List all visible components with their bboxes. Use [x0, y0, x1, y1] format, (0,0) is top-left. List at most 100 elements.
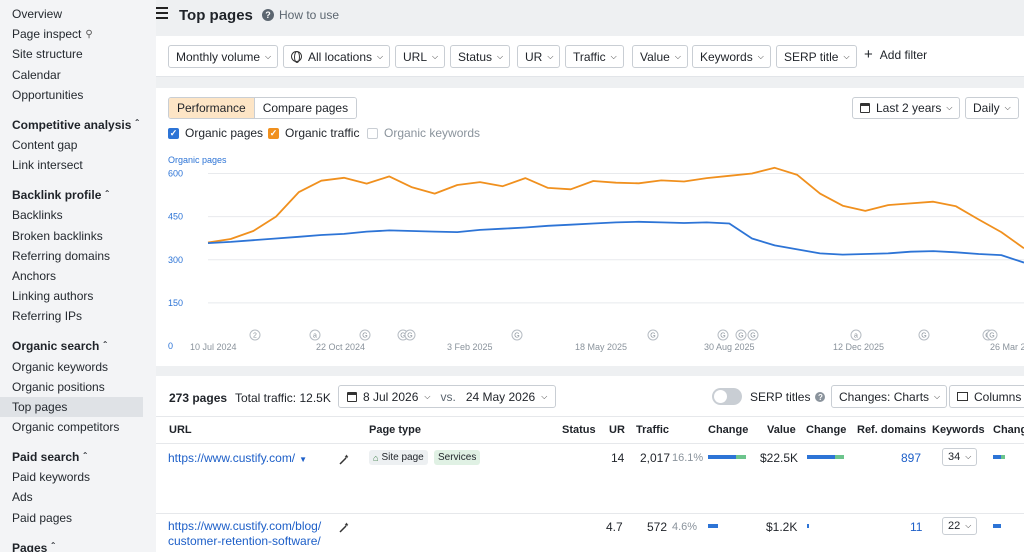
sidebar-section-paid-search[interactable]: Paid search ˆ [0, 447, 156, 467]
col-header-traffic[interactable]: Traffic [636, 424, 669, 436]
sidebar-item-organic-positions[interactable]: Organic positions [0, 377, 156, 397]
date-range-select[interactable]: Last 2 years ⌵ [852, 97, 961, 119]
traffic-change-bar-increase [736, 455, 746, 459]
traffic-percent: 16.1% [672, 452, 704, 464]
sidebar-item-backlinks[interactable]: Backlinks [0, 205, 156, 225]
magic-wand-icon[interactable] [338, 453, 350, 465]
sidebar-item-organic-keywords[interactable]: Organic keywords [0, 356, 156, 376]
col-header-keywords[interactable]: Keywords [932, 424, 985, 436]
col-header-value-change[interactable]: Change [806, 424, 846, 436]
sidebar-item-overview[interactable]: Overview [0, 4, 156, 24]
sidebar-section-pages[interactable]: Pages ˆ [0, 538, 156, 552]
status-filter[interactable]: Status ⌵ [450, 45, 511, 68]
topbar: Top pages ? How to use [156, 0, 1024, 32]
legend-organic-keywords[interactable]: Organic keywords [367, 126, 480, 140]
ur-value: 4.7 [606, 520, 623, 534]
value-change-bar-previous [807, 524, 809, 528]
col-header-page-type[interactable]: Page type [369, 424, 421, 436]
sidebar-item-link-intersect[interactable]: Link intersect [0, 155, 156, 175]
keywords-count: 34 [948, 451, 961, 463]
col-header-url[interactable]: URL [169, 424, 192, 436]
filter-label: SERP title [784, 49, 839, 64]
pages-count: 273 pages [169, 391, 228, 405]
col-header-traffic-change[interactable]: Change [708, 424, 748, 436]
ur-filter[interactable]: UR ⌵ [517, 45, 561, 68]
granularity-select[interactable]: Daily ⌵ [965, 97, 1019, 119]
table-row-url[interactable]: https://www.custify.com/ ▼ [168, 451, 307, 465]
tab-performance[interactable]: Performance [169, 98, 254, 118]
col-header-status[interactable]: Status [562, 424, 596, 436]
calendar-icon [347, 391, 357, 402]
sidebar-item-top-pages[interactable]: Top pages [0, 396, 143, 417]
sidebar-item-broken-backlinks[interactable]: Broken backlinks [0, 226, 156, 246]
sidebar-section-organic-search[interactable]: Organic search ˆ [0, 336, 156, 356]
granularity-label: Daily [973, 101, 1000, 115]
keywords-dropdown[interactable]: 22 ⌵ [942, 517, 978, 535]
sidebar-item-paid-keywords[interactable]: Paid keywords [0, 467, 156, 487]
sidebar-item-site-structure[interactable]: Site structure [0, 44, 156, 64]
y-tick-label: 600 [168, 169, 183, 179]
date-compare-select[interactable]: 8 Jul 2026 ⌵ vs. 24 May 2026 ⌵ [338, 385, 557, 408]
series-line-organic-pages [207, 220, 1024, 264]
url-link-line1[interactable]: https://www.custify.com/blog/ [168, 519, 321, 534]
url-filter[interactable]: URL ⌵ [395, 45, 446, 68]
add-filter-label: Add filter [879, 48, 928, 62]
sidebar-item-calendar[interactable]: Calendar [0, 65, 156, 85]
url-link-line2[interactable]: customer-retention-software/ [168, 534, 321, 549]
col-header-value[interactable]: Value [767, 424, 796, 436]
caret-down-icon[interactable]: ▼ [299, 455, 307, 464]
traffic-filter[interactable]: Traffic ⌵ [565, 45, 624, 68]
sidebar-item-linking-authors[interactable]: Linking authors [0, 286, 156, 306]
event-marker-label: G [407, 333, 412, 340]
add-filter-button[interactable]: + Add filter [864, 46, 928, 63]
sidebar-section-backlink-profile[interactable]: Backlink profile ˆ [0, 185, 156, 205]
sidebar-item-page-inspect[interactable]: Page inspect ⚲ [0, 24, 156, 44]
table-row-url[interactable]: https://www.custify.com/blog/customer-re… [168, 519, 321, 549]
sidebar-item-anchors[interactable]: Anchors [0, 266, 156, 286]
sidebar-section-title: Backlink profile [12, 188, 102, 203]
tab-compare-pages[interactable]: Compare pages [253, 98, 357, 118]
ref-domains-link[interactable]: 11 [910, 520, 922, 534]
ref-domains-link[interactable]: 897 [901, 451, 921, 465]
menu-icon[interactable] [156, 7, 168, 19]
legend-organic-pages[interactable]: ✓ Organic pages [168, 126, 263, 140]
filter-label: All locations [308, 49, 373, 64]
y-tick-label: 0 [168, 341, 173, 351]
serp-title-filter[interactable]: SERP title ⌵ [776, 45, 857, 68]
value-filter[interactable]: Value ⌵ [632, 45, 688, 68]
col-header-ur[interactable]: UR [609, 424, 625, 436]
value-change-bar-increase [835, 455, 844, 459]
x-tick-label: 30 Aug 2025 [704, 342, 755, 352]
keywords-filter[interactable]: Keywords ⌵ [692, 45, 771, 68]
plus-icon: + [864, 46, 873, 63]
sidebar-item-organic-competitors[interactable]: Organic competitors [0, 417, 156, 437]
sidebar-item-ads[interactable]: Ads [0, 487, 156, 507]
monthly-volume-filter[interactable]: Monthly volume ⌵ [168, 45, 279, 68]
event-marker-label: a [854, 333, 858, 340]
sidebar-section-competitive-analysis[interactable]: Competitive analysis ˆ [0, 115, 156, 135]
keywords-change-bar-previous [993, 524, 1001, 528]
chevron-down-icon: ⌵ [377, 51, 384, 61]
sidebar-item-content-gap[interactable]: Content gap [0, 135, 156, 155]
sidebar-item-paid-pages[interactable]: Paid pages [0, 508, 156, 528]
traffic-value: 572 [647, 520, 668, 534]
filter-bar: Monthly volume ⌵ All locations ⌵ URL ⌵ Stat… [156, 36, 1024, 77]
col-header-ref-domains[interactable]: Ref. domains [857, 424, 926, 436]
chevron-down-icon: ⌵ [946, 103, 953, 112]
sidebar-item-referring-domains[interactable]: Referring domains [0, 246, 156, 266]
url-link[interactable]: https://www.custify.com/ [168, 451, 295, 465]
locations-filter[interactable]: All locations ⌵ [283, 45, 391, 68]
date-from: 8 Jul 2026 [363, 389, 419, 404]
x-tick-label: 12 Dec 2025 [833, 342, 884, 352]
magic-wand-icon[interactable] [338, 521, 350, 533]
sidebar-item-referring-ips[interactable]: Referring IPs [0, 306, 156, 326]
legend-organic-traffic[interactable]: ✓ Organic traffic [268, 126, 359, 140]
keywords-dropdown[interactable]: 34 ⌵ [942, 448, 978, 466]
changes-select[interactable]: Changes: Charts ⌵ [831, 385, 948, 408]
serp-titles-toggle[interactable] [712, 388, 742, 405]
col-header-keywords-change[interactable]: Chang [993, 424, 1024, 436]
columns-button[interactable]: Columns [949, 385, 1024, 408]
sidebar-item-opportunities[interactable]: Opportunities [0, 85, 156, 105]
chevron-down-icon: ⌵ [432, 51, 439, 61]
how-to-use-link[interactable]: ? How to use [262, 8, 339, 22]
